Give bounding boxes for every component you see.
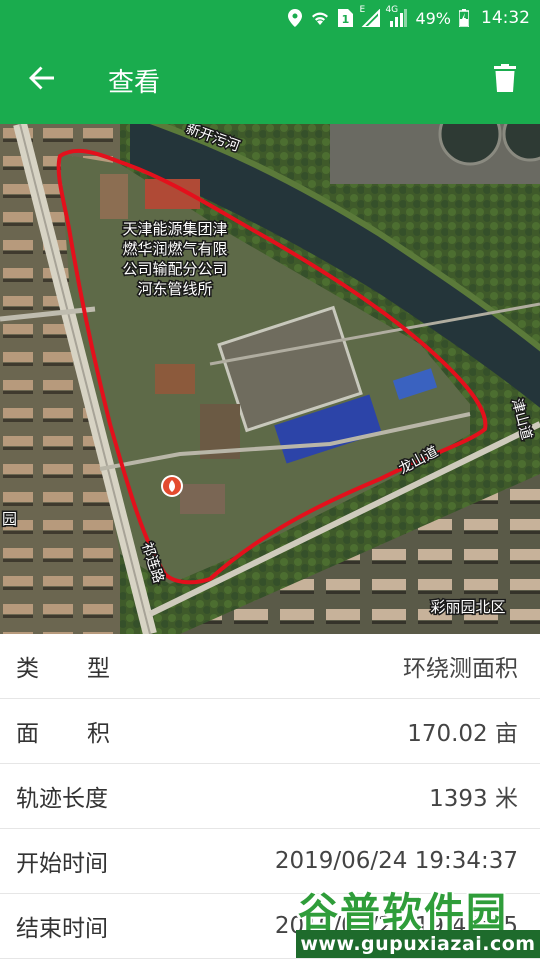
back-button[interactable] [0, 36, 84, 124]
sim1-icon: 1 [338, 8, 354, 28]
status-bar: 1 E 4G 49% 14:32 [0, 0, 540, 36]
map-canvas: 天津能源集团津 燃华润燃气有限 公司输配分公司 河东管线所 彩丽园北区 园 新开… [0, 124, 540, 634]
signal-4g-icon: 4G [385, 5, 408, 28]
svg-text:1: 1 [342, 13, 350, 26]
area-value: 170.02 亩 [407, 721, 518, 747]
end-time-value: 2019/06/24 19:47:55 [274, 913, 518, 939]
type-label: 类型 [16, 656, 158, 682]
map-label-company-4: 河东管线所 [137, 280, 212, 298]
start-time-label: 开始时间 [16, 851, 108, 877]
trash-icon [494, 64, 516, 96]
details-list: 类型 环绕测面积 面积 170.02 亩 轨迹长度 1393 米 开始时间 20… [0, 634, 540, 959]
location-icon [288, 8, 303, 28]
gas-station-marker [161, 475, 183, 497]
length-value: 1393 米 [429, 786, 518, 812]
delete-button[interactable] [470, 36, 540, 124]
detail-row-type: 类型 环绕测面积 [0, 634, 540, 699]
network-e-label: E [359, 5, 366, 15]
map-label-company-2: 燃华润燃气有限 [122, 240, 227, 258]
map-label-left-edge: 园 [2, 510, 17, 528]
end-time-label: 结束时间 [16, 916, 108, 942]
page-title: 查看 [108, 67, 161, 98]
satellite-map[interactable]: 天津能源集团津 燃华润燃气有限 公司输配分公司 河东管线所 彩丽园北区 园 新开… [0, 124, 540, 634]
map-label-district: 彩丽园北区 [430, 598, 505, 616]
battery-percent: 49% [415, 8, 451, 28]
wifi-icon [310, 8, 330, 28]
network-4g-label: 4G [385, 5, 399, 15]
app-bar: 查看 [0, 36, 540, 124]
detail-row-end-time: 结束时间 2019/06/24 19:47:55 [0, 894, 540, 959]
length-label: 轨迹长度 [16, 786, 108, 812]
detail-row-area: 面积 170.02 亩 [0, 699, 540, 764]
battery-icon [459, 8, 469, 28]
area-label: 面积 [16, 721, 158, 747]
arrow-left-icon [28, 64, 56, 96]
signal-icon: E [359, 5, 381, 28]
map-label-company-3: 公司输配分公司 [122, 260, 227, 278]
clock: 14:32 [481, 8, 530, 28]
detail-row-start-time: 开始时间 2019/06/24 19:34:37 [0, 829, 540, 894]
detail-row-length: 轨迹长度 1393 米 [0, 764, 540, 829]
map-label-company-1: 天津能源集团津 [122, 220, 227, 238]
type-value: 环绕测面积 [403, 656, 518, 682]
start-time-value: 2019/06/24 19:34:37 [274, 848, 518, 874]
